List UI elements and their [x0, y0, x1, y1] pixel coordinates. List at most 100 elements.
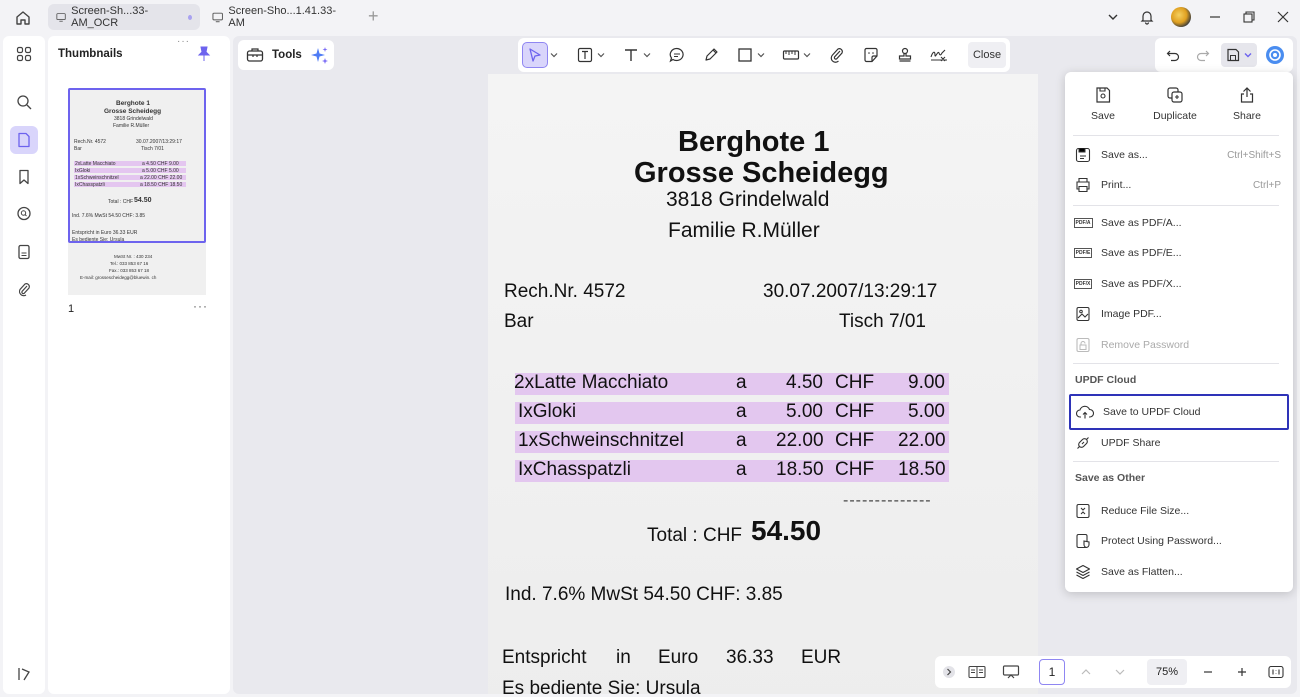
apps-button[interactable] — [10, 40, 38, 68]
menu-item-label: Save as PDF/E... — [1101, 247, 1182, 259]
actual-size-icon — [1268, 665, 1284, 679]
shortcut-label: Ctrl+P — [1252, 179, 1281, 191]
presentation-button[interactable] — [999, 660, 1023, 684]
menu-item-updf-share[interactable]: UPDF Share — [1073, 430, 1285, 456]
line-item-a: a — [736, 459, 747, 480]
comment-tool-button[interactable] — [666, 42, 688, 68]
section-heading-cloud: UPDF Cloud — [1075, 374, 1137, 386]
select-tool-button[interactable] — [522, 42, 548, 68]
zoom-out-button[interactable] — [1197, 660, 1219, 684]
minimize-button[interactable] — [1198, 0, 1232, 34]
save-action-label: Save — [1091, 110, 1115, 122]
share-action-button[interactable]: Share — [1217, 86, 1277, 122]
menu-item-save-as[interactable]: Save as... Ctrl+Shift+S — [1073, 142, 1285, 168]
line-item-total: 5.00 — [908, 401, 945, 422]
euro-currency: EUR — [801, 647, 842, 668]
menu-item-print[interactable]: Print... Ctrl+P — [1073, 172, 1285, 198]
shape-tool-dropdown[interactable] — [756, 42, 766, 68]
new-tab-button[interactable]: + — [368, 6, 379, 27]
expand-bar-button[interactable] — [939, 660, 959, 684]
menu-item-label: Reduce File Size... — [1101, 505, 1190, 517]
line-item-price: 4.50 — [786, 372, 823, 393]
attach-tool-button[interactable] — [826, 42, 848, 68]
measure-tool-dropdown[interactable] — [802, 42, 812, 68]
measure-tool-button[interactable] — [780, 42, 802, 68]
menu-item-label: Save as PDF/X... — [1101, 278, 1182, 290]
ai-sparkle-icon[interactable] — [310, 46, 330, 66]
tab-document-2[interactable]: Screen-Sho...1.41.33-AM — [204, 4, 354, 30]
actual-size-button[interactable] — [1265, 660, 1287, 684]
stamp-tool-button[interactable] — [894, 42, 916, 68]
duplicate-action-button[interactable]: Duplicate — [1145, 86, 1205, 122]
share-action-label: Share — [1232, 110, 1262, 122]
comments-search-button[interactable] — [10, 200, 38, 228]
text-box-tool-dropdown[interactable] — [596, 42, 606, 68]
user-avatar-button[interactable] — [1164, 0, 1198, 34]
tab-label: Screen-Sho...1.41.33-AM — [228, 5, 336, 29]
page-number-input[interactable]: 1 — [1039, 659, 1065, 685]
next-page-button[interactable] — [1109, 660, 1131, 684]
menu-item-label: Save to UPDF Cloud — [1103, 406, 1201, 418]
menu-item-remove-password[interactable]: Remove Password — [1073, 332, 1285, 358]
document-list-icon — [18, 244, 30, 260]
menu-item-reduce-size[interactable]: Reduce File Size... — [1073, 498, 1285, 524]
tabs-dropdown-button[interactable] — [1096, 0, 1130, 34]
tools-button[interactable]: Tools — [238, 40, 334, 70]
euro-text: in — [616, 647, 631, 668]
thumbnail-more-button[interactable]: ··· — [193, 299, 208, 313]
pencil-tool-button[interactable] — [700, 42, 722, 68]
text-box-tool-button[interactable] — [574, 42, 596, 68]
close-window-button[interactable] — [1266, 0, 1300, 34]
cursor-icon — [529, 48, 541, 62]
line-item-total: 9.00 — [908, 372, 945, 393]
receipt-subtitle: Grosse Scheidegg — [634, 157, 889, 189]
menu-item-label: Remove Password — [1101, 339, 1190, 351]
menu-item-save-pdf-a[interactable]: PDF/A Save as PDF/A... — [1073, 210, 1285, 236]
bookmarks-button[interactable] — [10, 163, 38, 191]
menu-item-image-pdf[interactable]: Image PDF... — [1073, 301, 1285, 327]
save-menu-button[interactable] — [1221, 43, 1257, 67]
sidebar-toggle-button[interactable] — [10, 660, 38, 688]
search-button[interactable] — [10, 88, 38, 116]
menu-item-save-pdf-e[interactable]: PDF/E Save as PDF/E... — [1073, 240, 1285, 266]
chevron-down-icon — [1115, 669, 1125, 675]
text-tool-dropdown[interactable] — [642, 42, 652, 68]
text-box-icon — [577, 47, 593, 63]
attachments-button[interactable] — [10, 275, 38, 303]
select-tool-dropdown[interactable] — [549, 42, 559, 68]
invoice-number: Rech.Nr. 4572 — [504, 281, 626, 302]
tab-document-ocr[interactable]: Screen-Sh...33-AM_OCR — [48, 4, 200, 30]
save-action-button[interactable]: Save — [1073, 86, 1133, 122]
thumbnails-button[interactable] — [10, 126, 38, 154]
shape-tool-button[interactable] — [734, 42, 756, 68]
notifications-button[interactable] — [1130, 0, 1164, 34]
paperclip-icon — [18, 283, 30, 297]
signature-tool-button[interactable] — [928, 42, 950, 68]
previous-page-button[interactable] — [1075, 660, 1097, 684]
menu-item-save-pdf-x[interactable]: PDF/X Save as PDF/X... — [1073, 271, 1285, 297]
panel-icon — [18, 668, 30, 681]
redo-button[interactable] — [1191, 43, 1215, 67]
zoom-in-button[interactable] — [1231, 660, 1253, 684]
home-button[interactable] — [12, 7, 34, 29]
menu-item-protect-password[interactable]: Protect Using Password... — [1073, 528, 1285, 554]
receipt-family: Familie R.Müller — [668, 219, 820, 242]
attachments-list-button[interactable] — [10, 238, 38, 266]
undo-button[interactable] — [1161, 43, 1185, 67]
menu-item-save-to-cloud[interactable]: Save to UPDF Cloud — [1069, 394, 1289, 430]
thumb-text: Fax.: 033 853 67 18 — [109, 268, 150, 273]
page-layout-button[interactable] — [965, 660, 989, 684]
close-tools-button[interactable]: Close — [968, 42, 1006, 68]
zoom-level-select[interactable]: 75% — [1147, 659, 1187, 685]
flatten-icon — [1075, 564, 1091, 580]
thumbnail-viewport-indicator[interactable] — [68, 88, 206, 243]
text-tool-button[interactable] — [620, 42, 642, 68]
updf-ai-button[interactable] — [1263, 43, 1287, 67]
receipt-title: Berghote 1 — [678, 126, 830, 158]
resize-handle[interactable]: ··· — [177, 36, 190, 47]
restore-button[interactable] — [1232, 0, 1266, 34]
menu-item-save-flatten[interactable]: Save as Flatten... — [1073, 559, 1285, 585]
line-item-a: a — [736, 401, 747, 422]
sticker-tool-button[interactable] — [860, 42, 882, 68]
pin-icon[interactable] — [197, 46, 211, 62]
